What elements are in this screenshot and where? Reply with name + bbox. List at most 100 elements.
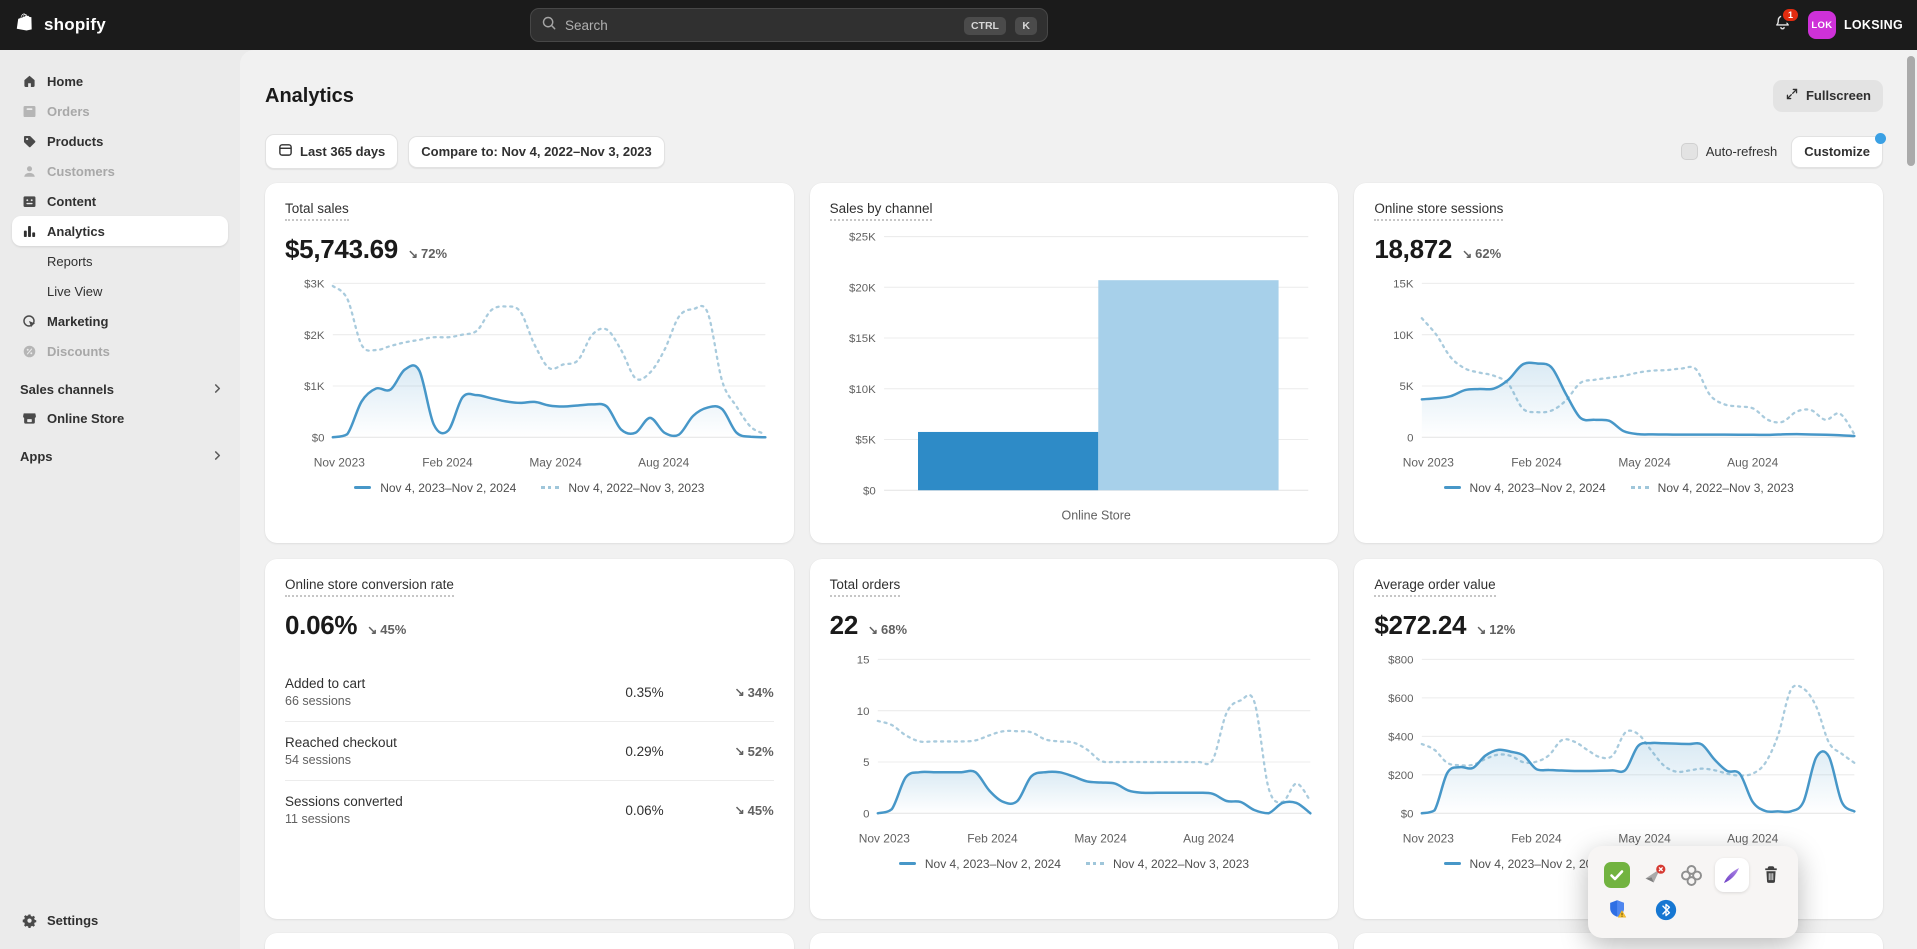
total-orders-value: 22 (830, 610, 858, 641)
svg-text:May 2024: May 2024 (1619, 831, 1672, 845)
total-sales-title[interactable]: Total sales (285, 201, 349, 221)
total-orders-title[interactable]: Total orders (830, 577, 901, 597)
conversion-rate-card: Online store conversion rate 0.06% ↘45% … (265, 559, 794, 919)
sidebar: Home Orders ProductsCustomers Content Analyt… (0, 50, 240, 949)
svg-text:$20K: $20K (849, 282, 876, 294)
sidebar-item-label: Content (47, 194, 96, 209)
shopify-wordmark: shopify (44, 15, 106, 35)
sidebar-item-content[interactable]: Content (12, 186, 228, 216)
search-input[interactable]: Search CTRL K (530, 8, 1048, 42)
svg-text:$0: $0 (312, 432, 325, 444)
send-error-extension-icon[interactable] (1641, 862, 1667, 888)
legend-previous-label: Nov 4, 2022–Nov 3, 2023 (1113, 857, 1249, 871)
sidebar-item-online-store[interactable]: Online Store (12, 403, 228, 433)
funnel-rate: 0.35% (534, 685, 664, 700)
page-title: Analytics (265, 85, 354, 108)
funnel-row-reached-checkout: Reached checkout54 sessions0.29%↘52% (285, 721, 774, 780)
sidebar-item-marketing[interactable]: Marketing (12, 306, 228, 336)
compare-button[interactable]: Compare to: Nov 4, 2022–Nov 3, 2023 (408, 136, 665, 168)
sales-by-channel-title[interactable]: Sales by channel (830, 201, 933, 221)
legend-dotted-swatch (541, 486, 559, 489)
date-range-button[interactable]: Last 365 days (265, 134, 398, 169)
shortcut-ctrl-key: CTRL (964, 17, 1006, 35)
aov-delta: ↘12% (1476, 622, 1515, 637)
topbar-right: 1 LOK LOKSING (1773, 11, 1903, 39)
knot-extension-icon[interactable] (1679, 863, 1704, 888)
svg-text:$800: $800 (1388, 655, 1413, 667)
legend-current-label: Nov 4, 2023–Nov 2, 2024 (380, 481, 516, 495)
sidebar-item-live-view[interactable]: Live View (12, 276, 228, 306)
conversion-rate-title[interactable]: Online store conversion rate (285, 577, 454, 597)
notifications-button[interactable]: 1 (1773, 13, 1792, 37)
calendar-icon (278, 142, 293, 161)
sidebar-item-label: Home (47, 74, 83, 89)
scrollbar[interactable] (1907, 56, 1915, 166)
products-icon (20, 132, 38, 150)
sales-by-channel-card: Sales by channel $25K$20K$15K$10K$5K$0On… (810, 183, 1339, 543)
down-arrow-icon: ↘ (1462, 247, 1472, 261)
shield-warning-extension-icon[interactable] (1606, 898, 1630, 922)
sidebar-item-label: Analytics (47, 224, 105, 239)
svg-text:$600: $600 (1388, 693, 1413, 705)
trash-extension-icon[interactable] (1760, 864, 1782, 886)
sidebar-item-analytics[interactable]: Analytics (12, 216, 228, 246)
marketing-icon (20, 312, 38, 330)
sidebar-item-settings[interactable]: Settings (12, 905, 228, 935)
svg-text:$25K: $25K (849, 232, 876, 244)
svg-text:$1K: $1K (304, 381, 325, 393)
svg-text:0: 0 (863, 808, 869, 820)
orders-icon (20, 102, 38, 120)
fullscreen-icon (1785, 87, 1799, 105)
chevron-right-icon (213, 382, 222, 397)
auto-refresh-toggle[interactable]: Auto-refresh (1681, 143, 1778, 160)
customize-button[interactable]: Customize (1791, 136, 1883, 168)
date-range-label: Last 365 days (300, 144, 385, 160)
svg-text:Nov 2023: Nov 2023 (1403, 831, 1454, 845)
top-selling-products-card: Top selling products (265, 933, 794, 949)
fullscreen-button[interactable]: Fullscreen (1773, 80, 1883, 112)
toolbar-row-2 (1604, 898, 1782, 922)
funnel-delta: ↘45% (664, 803, 774, 818)
down-arrow-icon: ↘ (1476, 623, 1486, 637)
svg-text:May 2024: May 2024 (529, 455, 582, 469)
settings-icon (20, 911, 38, 929)
sidebar-item-home[interactable]: Home (12, 66, 228, 96)
feather-extension-icon[interactable] (1715, 858, 1749, 892)
average-order-value-title[interactable]: Average order value (1374, 577, 1495, 597)
sidebar-item-customers[interactable]: Customers (12, 156, 228, 186)
chart-legend: Nov 4, 2023–Nov 2, 2024Nov 4, 2022–Nov 3… (1374, 481, 1863, 495)
svg-text:Online Store: Online Store (1061, 508, 1130, 522)
sidebar-item-discounts[interactable]: Discounts (12, 336, 228, 366)
sidebar-item-label: Orders (47, 104, 90, 119)
legend-current-label: Nov 4, 2023–Nov 2, 2024 (1470, 481, 1606, 495)
legend-solid-swatch (354, 486, 371, 489)
sidebar-item-label: Online Store (47, 411, 124, 426)
sidebar-item-orders[interactable]: Orders (12, 96, 228, 126)
bluetooth-extension-icon[interactable] (1654, 898, 1678, 922)
total-orders-chart: 151050Nov 2023Feb 2024May 2024Aug 2024No… (830, 649, 1319, 871)
svg-text:Nov 2023: Nov 2023 (1403, 455, 1454, 469)
svg-text:0: 0 (1407, 432, 1413, 444)
sidebar-item-products[interactable]: Products (12, 126, 228, 156)
section-sales-channels[interactable]: Sales channels (20, 382, 222, 397)
auto-refresh-checkbox[interactable] (1681, 143, 1698, 160)
customize-notification-dot (1875, 133, 1886, 144)
shopify-logo[interactable]: shopify (16, 12, 106, 38)
funnel-label: Reached checkout (285, 735, 534, 750)
down-arrow-icon: ↘ (868, 623, 878, 637)
svg-text:$2K: $2K (304, 330, 325, 342)
user-name: LOKSING (1844, 18, 1903, 32)
online-store-sessions-title[interactable]: Online store sessions (1374, 201, 1503, 221)
sidebar-item-label: Discounts (47, 344, 110, 359)
customers-icon (20, 162, 38, 180)
avatar: LOK (1808, 11, 1836, 39)
section-apps[interactable]: Apps (20, 449, 222, 464)
total-sales-delta: ↘72% (408, 246, 447, 261)
svg-text:May 2024: May 2024 (1074, 831, 1127, 845)
svg-text:Feb 2024: Feb 2024 (422, 455, 473, 469)
sidebar-item-reports[interactable]: Reports (12, 246, 228, 276)
user-menu[interactable]: LOK LOKSING (1808, 11, 1903, 39)
legend-current-label: Nov 4, 2023–Nov 2, 2024 (925, 857, 1061, 871)
down-arrow-icon: ↘ (735, 803, 745, 818)
green-check-extension-icon[interactable] (1604, 862, 1630, 888)
